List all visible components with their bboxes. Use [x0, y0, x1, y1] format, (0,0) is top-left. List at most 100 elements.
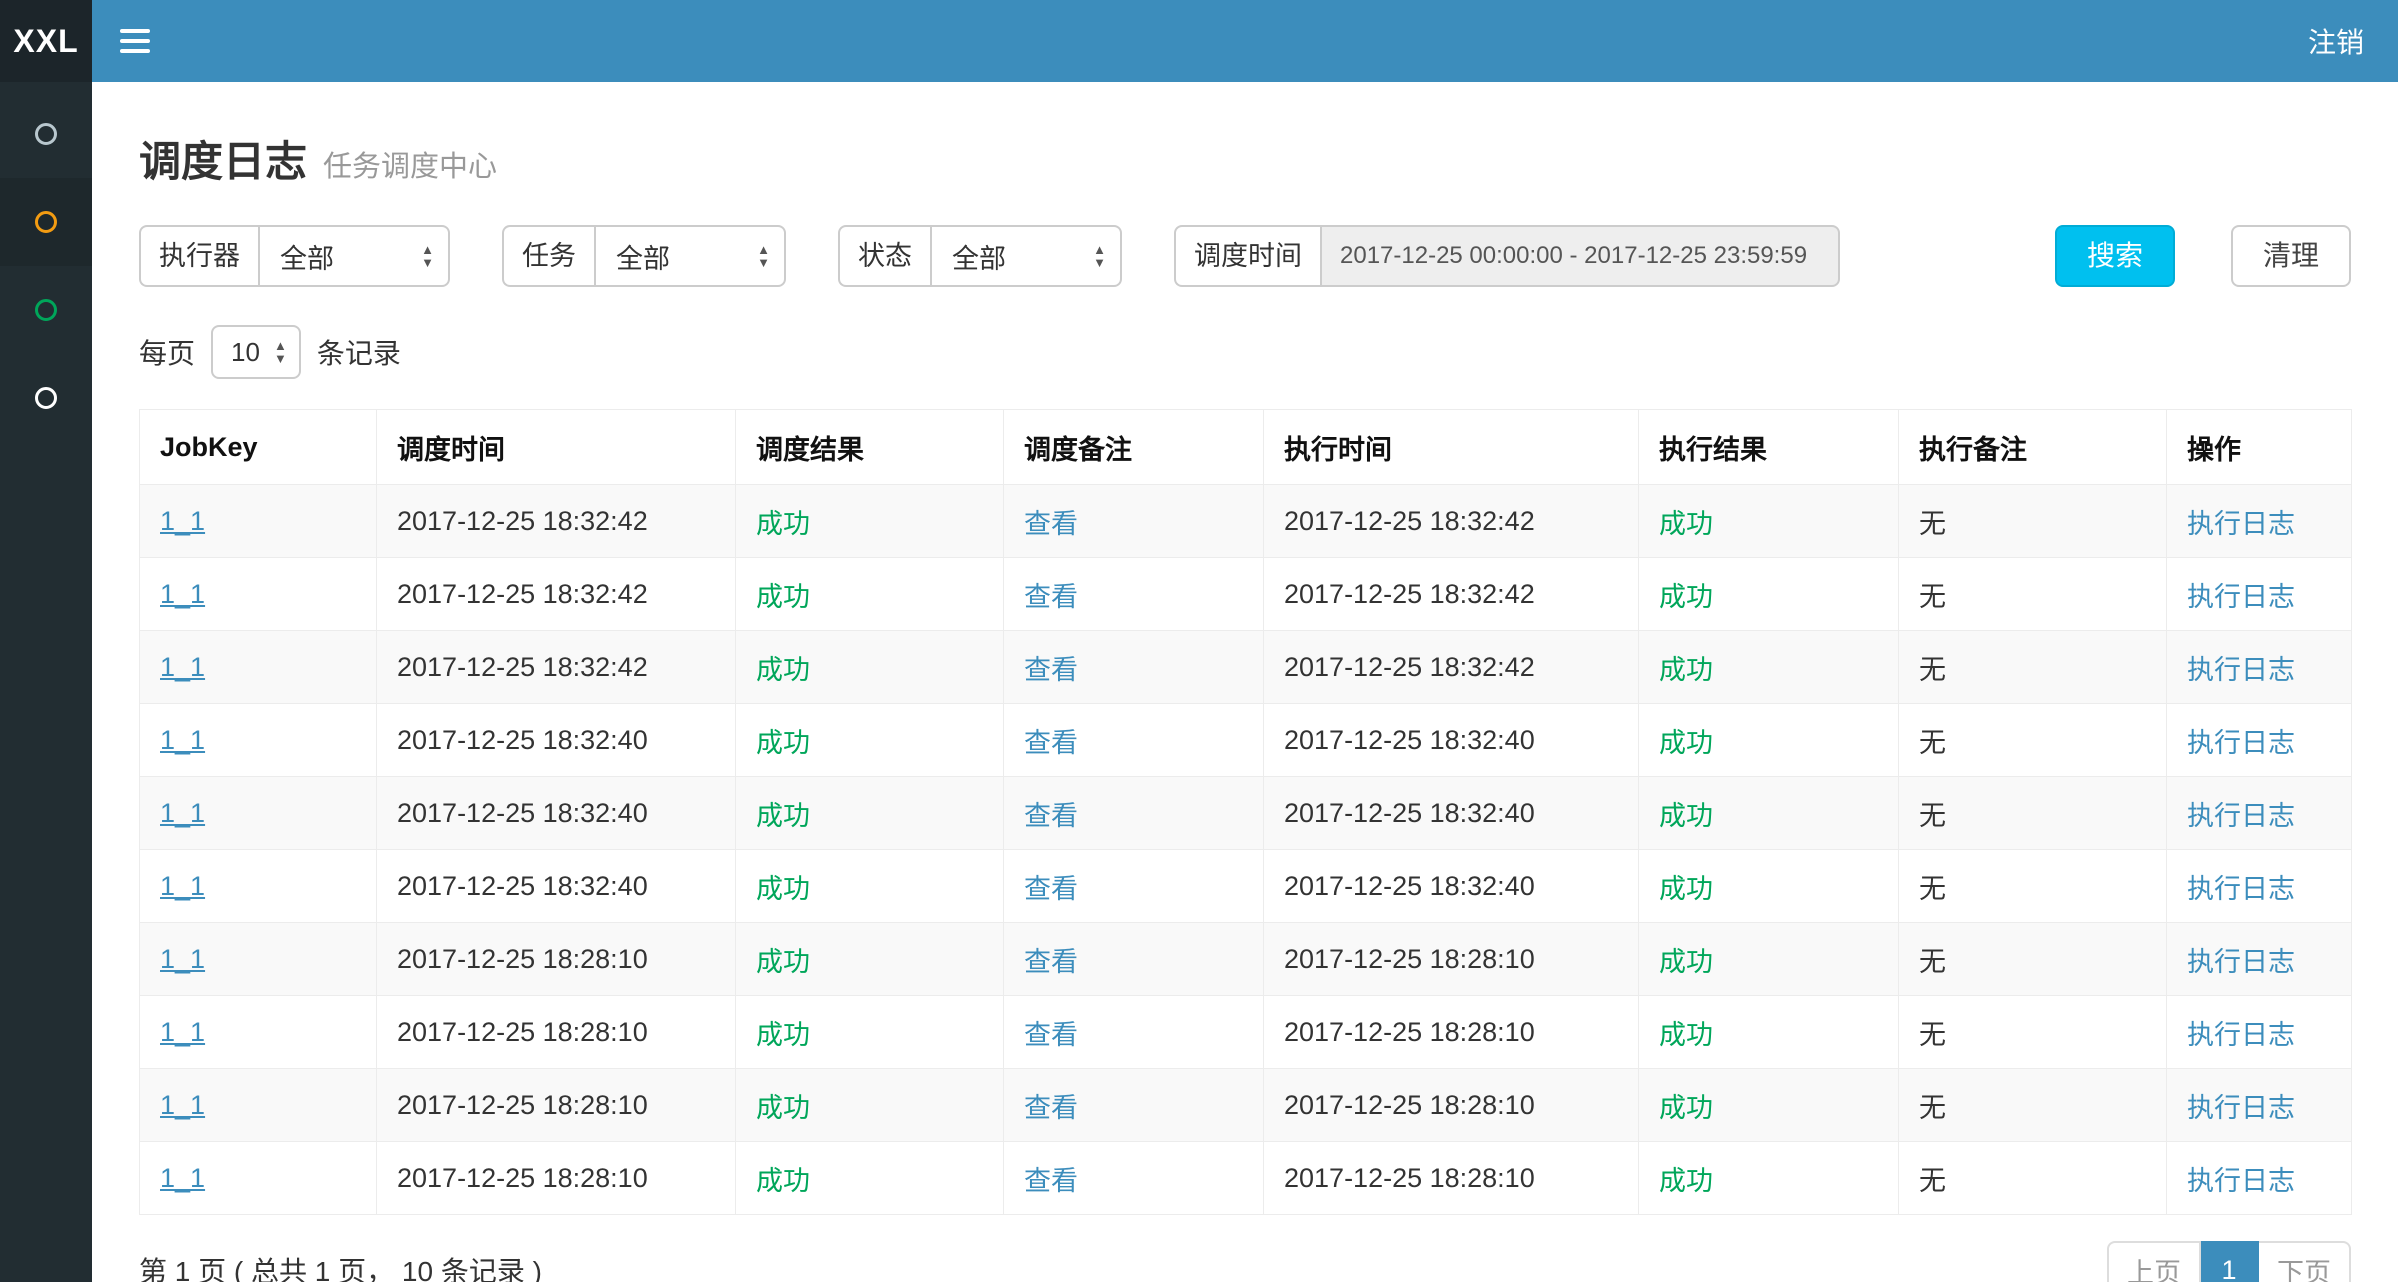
exec-log-link[interactable]: 执行日志	[2187, 874, 2295, 904]
filter-job-label: 任务	[502, 225, 594, 287]
handle-result: 成功	[1659, 801, 1713, 831]
select-arrows-icon	[1093, 243, 1106, 269]
content-area: 调度日志任务调度中心 执行器 全部 任务 全部 状态 全部 调度时间	[92, 82, 2398, 1282]
current-page-button[interactable]: 1	[2201, 1241, 2259, 1282]
exec-log-link[interactable]: 执行日志	[2187, 1166, 2295, 1196]
jobkey-link[interactable]: 1_1	[160, 1163, 205, 1193]
page-size-select[interactable]: 10	[211, 325, 301, 379]
circle-icon	[35, 123, 57, 145]
exec-log-link[interactable]: 执行日志	[2187, 582, 2295, 612]
sidebar-item-3[interactable]	[0, 266, 92, 354]
trigger-time: 2017-12-25 18:32:40	[397, 871, 648, 901]
sidebar-item-2[interactable]	[0, 178, 92, 266]
app-logo[interactable]: XXL	[0, 0, 92, 82]
filter-executor-group: 执行器 全部	[139, 225, 450, 287]
sidebar-menu	[0, 82, 92, 1282]
pagination-summary: 第 1 页 ( 总共 1 页， 10 条记录 )	[139, 1250, 542, 1282]
table-row: 1_12017-12-25 18:32:40成功查看2017-12-25 18:…	[140, 704, 2352, 777]
jobkey-link[interactable]: 1_1	[160, 1017, 205, 1047]
table-row: 1_12017-12-25 18:28:10成功查看2017-12-25 18:…	[140, 1069, 2352, 1142]
trigger-msg-link[interactable]: 查看	[1024, 582, 1078, 612]
jobkey-link[interactable]: 1_1	[160, 506, 205, 536]
filter-job-group: 任务 全部	[502, 225, 786, 287]
sidebar-toggle-button[interactable]	[92, 0, 178, 82]
trigger-msg-link[interactable]: 查看	[1024, 801, 1078, 831]
trigger-time: 2017-12-25 18:28:10	[397, 944, 648, 974]
next-page-button[interactable]: 下页	[2259, 1241, 2351, 1282]
status-select[interactable]: 全部	[930, 225, 1122, 287]
trigger-msg-link[interactable]: 查看	[1024, 655, 1078, 685]
trigger-time: 2017-12-25 18:32:40	[397, 725, 648, 755]
handle-msg: 无	[1919, 874, 1946, 904]
clear-button[interactable]: 清理	[2231, 225, 2351, 287]
column-header: JobKey	[140, 410, 377, 485]
table-row: 1_12017-12-25 18:32:42成功查看2017-12-25 18:…	[140, 485, 2352, 558]
column-header: 调度时间	[377, 410, 736, 485]
table-footer: 第 1 页 ( 总共 1 页， 10 条记录 ) 上页 1 下页	[139, 1241, 2351, 1282]
exec-log-link[interactable]: 执行日志	[2187, 801, 2295, 831]
exec-log-link[interactable]: 执行日志	[2187, 1093, 2295, 1123]
jobkey-link[interactable]: 1_1	[160, 1090, 205, 1120]
exec-log-link[interactable]: 执行日志	[2187, 728, 2295, 758]
page-size-prefix: 每页	[139, 332, 195, 372]
trigger-result: 成功	[756, 1166, 810, 1196]
search-button[interactable]: 搜索	[2055, 225, 2175, 287]
exec-log-link[interactable]: 执行日志	[2187, 1020, 2295, 1050]
exec-log-link[interactable]: 执行日志	[2187, 947, 2295, 977]
trigger-msg-link[interactable]: 查看	[1024, 1093, 1078, 1123]
handle-time: 2017-12-25 18:32:42	[1284, 506, 1535, 536]
logout-link[interactable]: 注销	[2274, 0, 2398, 82]
jobkey-link[interactable]: 1_1	[160, 652, 205, 682]
handle-result: 成功	[1659, 874, 1713, 904]
prev-page-button[interactable]: 上页	[2107, 1241, 2201, 1282]
sidebar-item-4[interactable]	[0, 354, 92, 442]
select-arrows-icon	[757, 243, 770, 269]
sidebar-item-1[interactable]	[0, 90, 92, 178]
handle-result: 成功	[1659, 1166, 1713, 1196]
trigger-msg-link[interactable]: 查看	[1024, 1166, 1078, 1196]
handle-msg: 无	[1919, 655, 1946, 685]
trigger-msg-link[interactable]: 查看	[1024, 947, 1078, 977]
dispatch-log-table: JobKey调度时间调度结果调度备注执行时间执行结果执行备注操作 1_12017…	[139, 409, 2352, 1215]
trigger-msg-link[interactable]: 查看	[1024, 509, 1078, 539]
jobkey-link[interactable]: 1_1	[160, 944, 205, 974]
handle-result: 成功	[1659, 655, 1713, 685]
handle-msg: 无	[1919, 1166, 1946, 1196]
trigger-result: 成功	[756, 947, 810, 977]
jobkey-link[interactable]: 1_1	[160, 725, 205, 755]
page-header: 调度日志任务调度中心	[139, 128, 2351, 189]
page-title: 调度日志	[139, 138, 307, 185]
pagination: 上页 1 下页	[2107, 1241, 2351, 1282]
handle-time: 2017-12-25 18:32:40	[1284, 798, 1535, 828]
handle-msg: 无	[1919, 509, 1946, 539]
job-select[interactable]: 全部	[594, 225, 786, 287]
filter-schedule-time-group: 调度时间 2017-12-25 00:00:00 - 2017-12-25 23…	[1174, 225, 1840, 287]
exec-log-link[interactable]: 执行日志	[2187, 655, 2295, 685]
page-size-value: 10	[231, 337, 260, 368]
handle-time: 2017-12-25 18:28:10	[1284, 1163, 1535, 1193]
jobkey-link[interactable]: 1_1	[160, 798, 205, 828]
jobkey-link[interactable]: 1_1	[160, 579, 205, 609]
trigger-time: 2017-12-25 18:32:42	[397, 579, 648, 609]
trigger-msg-link[interactable]: 查看	[1024, 1020, 1078, 1050]
handle-result: 成功	[1659, 1093, 1713, 1123]
column-header: 执行备注	[1899, 410, 2167, 485]
column-header: 执行结果	[1639, 410, 1899, 485]
exec-log-link[interactable]: 执行日志	[2187, 509, 2295, 539]
handle-time: 2017-12-25 18:28:10	[1284, 1017, 1535, 1047]
trigger-result: 成功	[756, 655, 810, 685]
schedule-time-range-input[interactable]: 2017-12-25 00:00:00 - 2017-12-25 23:59:5…	[1320, 225, 1840, 287]
table-row: 1_1 2017-12-25 18:32:40 成功 查看 2017-12-25 18:…	[140, 777, 2352, 850]
select-arrows-icon	[421, 243, 434, 269]
trigger-time: 2017-12-25 18:32:40	[397, 798, 648, 828]
status-select-value: 全部	[952, 237, 1006, 276]
table-row: 1_12017-12-25 18:32:42成功查看2017-12-25 18:…	[140, 631, 2352, 704]
circle-icon	[35, 299, 57, 321]
jobkey-link[interactable]: 1_1	[160, 871, 205, 901]
trigger-msg-link[interactable]: 查看	[1024, 728, 1078, 758]
handle-time: 2017-12-25 18:32:40	[1284, 725, 1535, 755]
trigger-result: 成功	[756, 509, 810, 539]
trigger-msg-link[interactable]: 查看	[1024, 874, 1078, 904]
filter-executor-label: 执行器	[139, 225, 258, 287]
executor-select[interactable]: 全部	[258, 225, 450, 287]
